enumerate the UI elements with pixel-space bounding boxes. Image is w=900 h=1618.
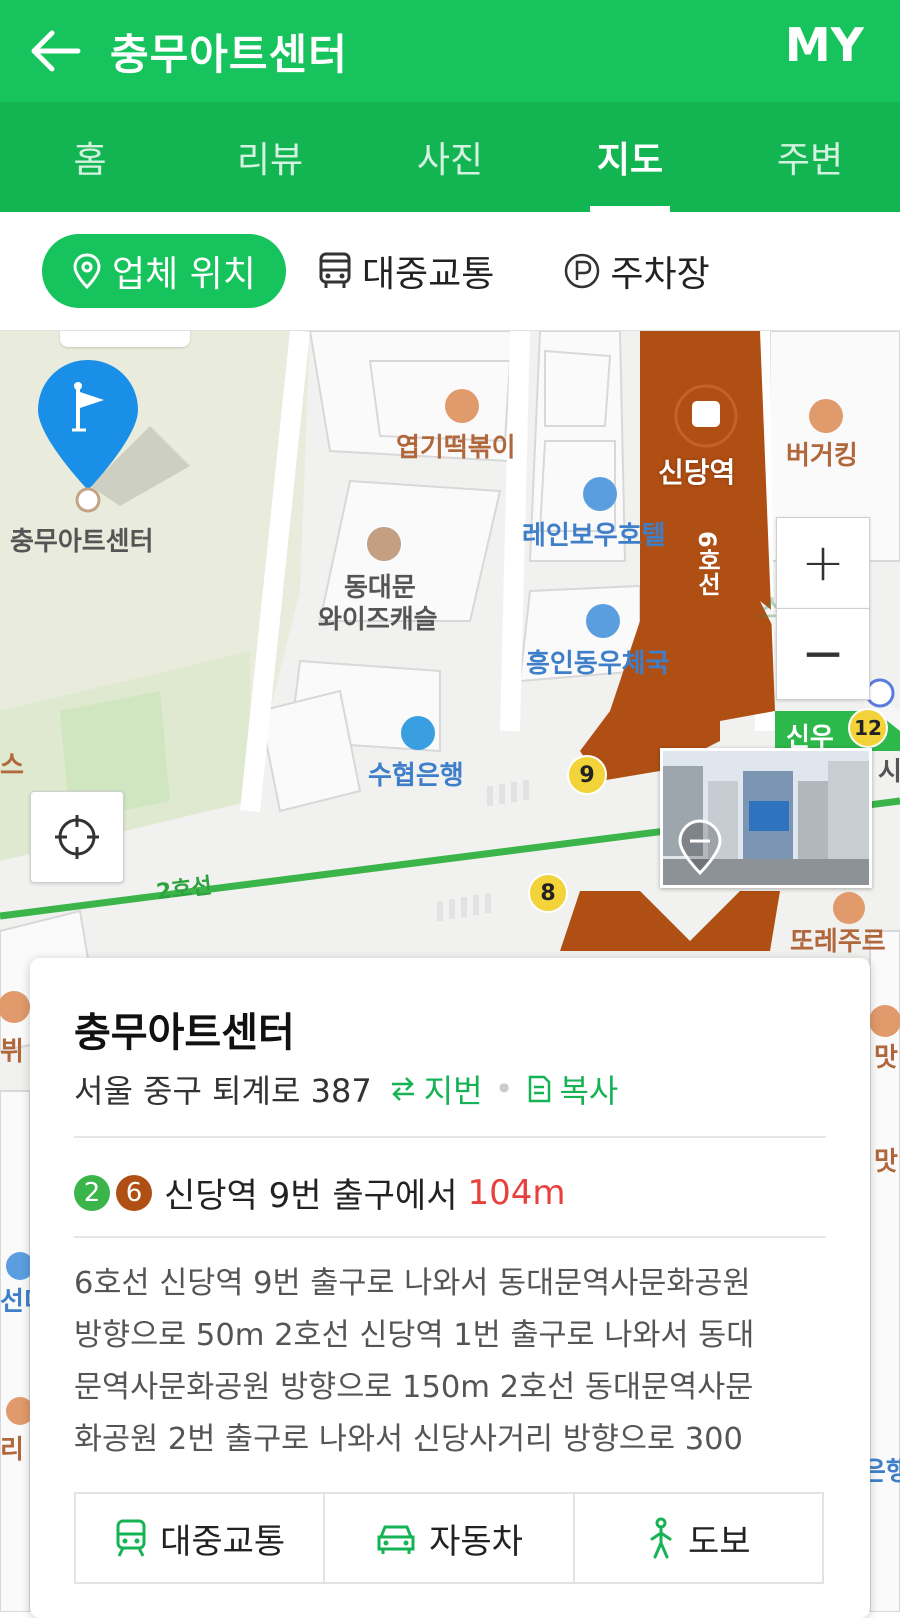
tab-review[interactable]: 리뷰: [180, 102, 360, 212]
station-text: 신당역 9번 출구에서: [164, 1176, 458, 1216]
map-label-bank: 수협은행: [368, 761, 464, 791]
map-label-edge-mat2: 맛: [874, 1147, 898, 1177]
transit-chip[interactable]: 대중교통: [300, 234, 512, 308]
swap-icon: [391, 1077, 414, 1101]
card-divider-2: [74, 1236, 826, 1238]
zoom-out-icon: −: [801, 624, 845, 684]
marker-tooltip-stub: [60, 331, 190, 347]
back-button[interactable]: [0, 0, 110, 102]
car-icon: [377, 1525, 415, 1554]
line-2-badge: 2: [74, 1174, 110, 1211]
jibun-button[interactable]: 지번: [388, 1066, 483, 1112]
map-label-edge-left: 스: [0, 751, 24, 781]
tab-map[interactable]: 지도: [540, 102, 720, 212]
my-button[interactable]: MY: [785, 18, 864, 72]
train-icon: [116, 1519, 146, 1557]
map-label-castle-2: 와이즈캐슬: [318, 605, 438, 635]
transit-chip-label: 대중교통: [361, 254, 495, 295]
crosshair-icon: [55, 815, 99, 859]
jibun-label: 지번: [423, 1072, 483, 1110]
map-label-burger: 버거킹: [786, 441, 858, 471]
map-label-edge-bue: 뷔: [0, 1037, 24, 1067]
route-car-label: 자동차: [429, 1521, 523, 1562]
parking-chip-label: 주차장: [610, 254, 710, 295]
map-label-edge-mat: 맛: [874, 1043, 898, 1073]
exit-12-badge: 12: [848, 708, 888, 748]
tab-nearby[interactable]: 주변: [720, 102, 900, 212]
street-view-thumbnail[interactable]: [660, 748, 872, 888]
place-name: 충무아트센터: [74, 1010, 295, 1056]
place-marker-icon[interactable]: [30, 356, 200, 531]
zoom-in-icon: +: [801, 533, 845, 593]
route-transit-button[interactable]: 대중교통: [76, 1494, 323, 1582]
map-label-place: 충무아트센터: [10, 527, 154, 557]
card-divider-1: [74, 1136, 826, 1138]
route-button-group: 대중교통 자동차 도보: [74, 1492, 824, 1584]
route-car-button[interactable]: 자동차: [323, 1494, 572, 1582]
map-label-post: 흥인동우체국: [526, 649, 670, 679]
parking-icon: [565, 253, 600, 289]
directions-description: 6호선 신당역 9번 출구로 나와서 동대문역사문화공원 방향으로 50m 2호…: [74, 1258, 826, 1466]
route-walk-label: 도보: [688, 1521, 751, 1562]
map-label-edge-ddeok: 또레주르: [790, 927, 886, 957]
current-location-button[interactable]: [30, 791, 124, 883]
street-view-pin-icon: [678, 819, 722, 875]
walking-person-icon: [650, 1517, 672, 1559]
exit-8-badge: 8: [528, 873, 568, 913]
map-label-edge-right: 시: [878, 757, 900, 787]
place-info-card: 충무아트센터 서울 중구 퇴계로 387 지번 • 복사 2 6 신당역 9번 …: [30, 958, 870, 1618]
location-chip[interactable]: 업체 위치: [42, 234, 286, 308]
map-label-edge-ri: 리: [0, 1435, 24, 1465]
tab-home[interactable]: 홈: [0, 102, 180, 212]
nearest-station-row: 2 6 신당역 9번 출구에서 104m: [74, 1168, 566, 1217]
parking-chip[interactable]: 주차장: [546, 234, 727, 308]
zoom-out-button[interactable]: −: [776, 608, 870, 700]
bus-icon: [319, 252, 351, 288]
location-chip-label: 업체 위치: [112, 254, 256, 295]
copy-label: 복사: [559, 1072, 619, 1110]
map-filter-bar: 업체 위치 대중교통 주차장: [0, 212, 900, 331]
address-row: 서울 중구 퇴계로 387 지번 • 복사: [74, 1066, 618, 1112]
map-label-line2: 2호선: [154, 873, 214, 906]
route-walk-button[interactable]: 도보: [572, 1494, 822, 1582]
map-label-station: 신당역: [658, 456, 736, 489]
description-line: 방향으로 50m 2호선 신당역 1번 출구로 나와서 동대: [74, 1318, 755, 1353]
tab-bar: 홈 리뷰 사진 지도 주변: [0, 102, 900, 212]
back-arrow-icon: [31, 30, 81, 72]
map-label-line6: 6호선: [693, 531, 721, 596]
map-label-restaurant: 엽기떡볶이: [396, 433, 516, 463]
map-label-hotel: 레인보우호텔: [522, 521, 666, 551]
description-line: 화공원 2번 출구로 나와서 신당사거리 방향으로 300: [74, 1422, 743, 1457]
tab-photo[interactable]: 사진: [360, 102, 540, 212]
separator-dot: •: [494, 1070, 514, 1108]
description-line: 문역사문화공원 방향으로 150m 2호선 동대문역사문: [74, 1370, 754, 1405]
route-transit-label: 대중교통: [160, 1521, 286, 1562]
description-line: 6호선 신당역 9번 출구로 나와서 동대문역사문화공원: [74, 1266, 751, 1301]
location-pin-icon: [73, 253, 101, 289]
copy-button[interactable]: 복사: [525, 1066, 618, 1112]
station-distance: 104m: [467, 1172, 566, 1213]
app-header: 충무아트센터 MY: [0, 0, 900, 102]
exit-9-badge: 9: [567, 755, 607, 795]
line-6-badge: 6: [116, 1174, 152, 1211]
zoom-in-button[interactable]: +: [776, 517, 870, 608]
address-text: 서울 중구 퇴계로 387: [74, 1072, 372, 1110]
copy-icon: [529, 1075, 551, 1103]
page-title: 충무아트센터: [110, 29, 348, 79]
